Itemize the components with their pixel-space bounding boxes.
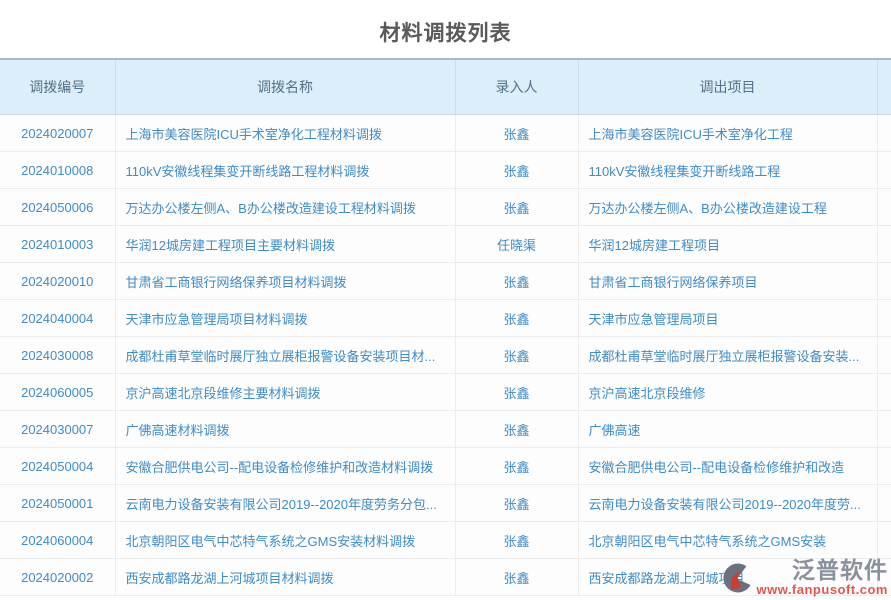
- cell-entered-by[interactable]: 张鑫: [455, 559, 578, 596]
- cell-transfer-name[interactable]: 天津市应急管理局项目材料调拨: [115, 300, 455, 337]
- col-header-transfer-name: 调拨名称: [115, 59, 455, 115]
- cell-out-project[interactable]: 110kV安徽线程集变开断线路工程: [578, 152, 877, 189]
- cell-entered-by[interactable]: 张鑫: [455, 485, 578, 522]
- table-row: 2024020007 上海市美容医院ICU手术室净化工程材料调拨 张鑫 上海市美…: [0, 115, 891, 152]
- col-header-entered-by: 录入人: [455, 59, 578, 115]
- cell-transfer-name[interactable]: 万达办公楼左侧A、B办公楼改造建设工程材料调拨: [115, 189, 455, 226]
- table-row: 2024050006 万达办公楼左侧A、B办公楼改造建设工程材料调拨 张鑫 万达…: [0, 189, 891, 226]
- table-row: 2024060004 北京朝阳区电气中芯特气系统之GMS安装材料调拨 张鑫 北京…: [0, 522, 891, 559]
- cell-extra: [877, 226, 891, 263]
- cell-transfer-id[interactable]: 2024020002: [0, 559, 115, 596]
- cell-entered-by[interactable]: 张鑫: [455, 152, 578, 189]
- cell-entered-by[interactable]: 张鑫: [455, 411, 578, 448]
- cell-entered-by[interactable]: 张鑫: [455, 300, 578, 337]
- cell-transfer-id[interactable]: 2024010003: [0, 226, 115, 263]
- material-transfer-table: 调拨编号 调拨名称 录入人 调出项目 2024020007 上海市美容医院ICU…: [0, 58, 891, 596]
- table-body: 2024020007 上海市美容医院ICU手术室净化工程材料调拨 张鑫 上海市美…: [0, 115, 891, 596]
- table-row: 2024010003 华润12城房建工程项目主要材料调拨 任晓渠 华润12城房建…: [0, 226, 891, 263]
- table-row: 2024030007 广佛高速材料调拨 张鑫 广佛高速: [0, 411, 891, 448]
- page-title: 材料调拨列表: [0, 0, 891, 58]
- table-header: 调拨编号 调拨名称 录入人 调出项目: [0, 59, 891, 115]
- cell-out-project[interactable]: 甘肃省工商银行网络保养项目: [578, 263, 877, 300]
- cell-extra: [877, 152, 891, 189]
- col-header-extra: [877, 59, 891, 115]
- cell-entered-by[interactable]: 任晓渠: [455, 226, 578, 263]
- cell-entered-by[interactable]: 张鑫: [455, 189, 578, 226]
- cell-out-project[interactable]: 京沪高速北京段维修: [578, 374, 877, 411]
- table-row: 2024040004 天津市应急管理局项目材料调拨 张鑫 天津市应急管理局项目: [0, 300, 891, 337]
- cell-transfer-id[interactable]: 2024060004: [0, 522, 115, 559]
- cell-out-project[interactable]: 北京朝阳区电气中芯特气系统之GMS安装: [578, 522, 877, 559]
- cell-transfer-id[interactable]: 2024030007: [0, 411, 115, 448]
- cell-extra: [877, 300, 891, 337]
- cell-transfer-id[interactable]: 2024010008: [0, 152, 115, 189]
- cell-out-project[interactable]: 安徽合肥供电公司--配电设备检修维护和改造: [578, 448, 877, 485]
- cell-out-project[interactable]: 云南电力设备安装有限公司2019--2020年度劳...: [578, 485, 877, 522]
- table-row: 2024050001 云南电力设备安装有限公司2019--2020年度劳务分包.…: [0, 485, 891, 522]
- cell-transfer-id[interactable]: 2024030008: [0, 337, 115, 374]
- col-header-transfer-id: 调拨编号: [0, 59, 115, 115]
- table-row: 2024030008 成都杜甫草堂临时展厅独立展柜报警设备安装项目材... 张鑫…: [0, 337, 891, 374]
- cell-transfer-name[interactable]: 上海市美容医院ICU手术室净化工程材料调拨: [115, 115, 455, 152]
- cell-transfer-id[interactable]: 2024020010: [0, 263, 115, 300]
- cell-extra: [877, 263, 891, 300]
- table-row: 2024010008 110kV安徽线程集变开断线路工程材料调拨 张鑫 110k…: [0, 152, 891, 189]
- cell-transfer-name[interactable]: 西安成都路龙湖上河城项目材料调拨: [115, 559, 455, 596]
- cell-extra: [877, 522, 891, 559]
- header-row: 调拨编号 调拨名称 录入人 调出项目: [0, 59, 891, 115]
- cell-extra: [877, 115, 891, 152]
- cell-extra: [877, 485, 891, 522]
- cell-transfer-name[interactable]: 京沪高速北京段维修主要材料调拨: [115, 374, 455, 411]
- cell-transfer-name[interactable]: 安徽合肥供电公司--配电设备检修维护和改造材料调拨: [115, 448, 455, 485]
- cell-transfer-name[interactable]: 110kV安徽线程集变开断线路工程材料调拨: [115, 152, 455, 189]
- cell-entered-by[interactable]: 张鑫: [455, 522, 578, 559]
- table-row: 2024060005 京沪高速北京段维修主要材料调拨 张鑫 京沪高速北京段维修: [0, 374, 891, 411]
- cell-transfer-id[interactable]: 2024050006: [0, 189, 115, 226]
- cell-out-project[interactable]: 成都杜甫草堂临时展厅独立展柜报警设备安装...: [578, 337, 877, 374]
- cell-transfer-id[interactable]: 2024020007: [0, 115, 115, 152]
- cell-out-project[interactable]: 西安成都路龙湖上河城项目: [578, 559, 877, 596]
- cell-entered-by[interactable]: 张鑫: [455, 374, 578, 411]
- cell-transfer-name[interactable]: 云南电力设备安装有限公司2019--2020年度劳务分包...: [115, 485, 455, 522]
- cell-transfer-name[interactable]: 北京朝阳区电气中芯特气系统之GMS安装材料调拨: [115, 522, 455, 559]
- cell-out-project[interactable]: 天津市应急管理局项目: [578, 300, 877, 337]
- cell-transfer-id[interactable]: 2024060005: [0, 374, 115, 411]
- cell-extra: [877, 374, 891, 411]
- cell-transfer-name[interactable]: 成都杜甫草堂临时展厅独立展柜报警设备安装项目材...: [115, 337, 455, 374]
- cell-transfer-name[interactable]: 华润12城房建工程项目主要材料调拨: [115, 226, 455, 263]
- cell-entered-by[interactable]: 张鑫: [455, 337, 578, 374]
- cell-transfer-id[interactable]: 2024050004: [0, 448, 115, 485]
- cell-out-project[interactable]: 广佛高速: [578, 411, 877, 448]
- cell-transfer-name[interactable]: 甘肃省工商银行网络保养项目材料调拨: [115, 263, 455, 300]
- cell-transfer-id[interactable]: 2024050001: [0, 485, 115, 522]
- cell-extra: [877, 189, 891, 226]
- cell-entered-by[interactable]: 张鑫: [455, 115, 578, 152]
- table-row: 2024020002 西安成都路龙湖上河城项目材料调拨 张鑫 西安成都路龙湖上河…: [0, 559, 891, 596]
- cell-extra: [877, 337, 891, 374]
- cell-out-project[interactable]: 万达办公楼左侧A、B办公楼改造建设工程: [578, 189, 877, 226]
- cell-extra: [877, 411, 891, 448]
- cell-entered-by[interactable]: 张鑫: [455, 263, 578, 300]
- col-header-out-project: 调出项目: [578, 59, 877, 115]
- cell-out-project[interactable]: 上海市美容医院ICU手术室净化工程: [578, 115, 877, 152]
- cell-extra: [877, 448, 891, 485]
- cell-entered-by[interactable]: 张鑫: [455, 448, 578, 485]
- cell-out-project[interactable]: 华润12城房建工程项目: [578, 226, 877, 263]
- table-row: 2024020010 甘肃省工商银行网络保养项目材料调拨 张鑫 甘肃省工商银行网…: [0, 263, 891, 300]
- cell-extra: [877, 559, 891, 596]
- table-row: 2024050004 安徽合肥供电公司--配电设备检修维护和改造材料调拨 张鑫 …: [0, 448, 891, 485]
- cell-transfer-name[interactable]: 广佛高速材料调拨: [115, 411, 455, 448]
- cell-transfer-id[interactable]: 2024040004: [0, 300, 115, 337]
